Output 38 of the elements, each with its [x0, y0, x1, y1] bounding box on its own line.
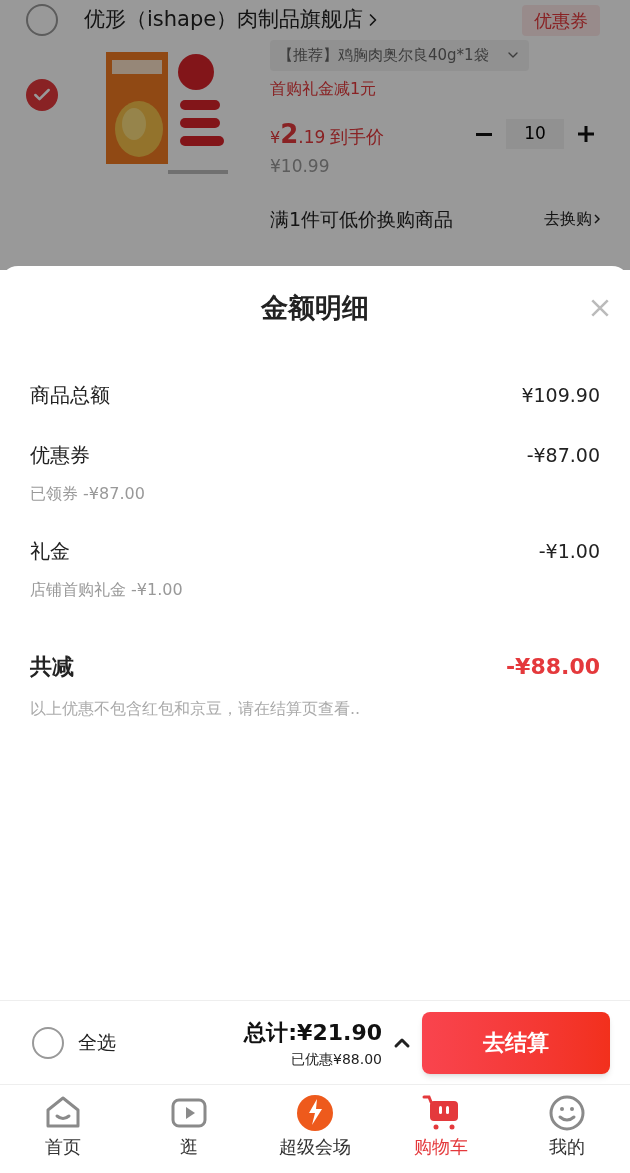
row-label: 商品总额 [30, 382, 110, 409]
row-value: -¥87.00 [526, 442, 600, 468]
quantity-field[interactable]: 10 [506, 119, 564, 149]
smiley-icon [547, 1093, 587, 1133]
checkbox[interactable] [26, 4, 58, 36]
minus-icon [476, 132, 492, 136]
total-value: -¥88.00 [505, 653, 600, 681]
row-label: 礼金 [30, 538, 70, 565]
total-amount: 总计:¥21.90 [244, 1018, 382, 1047]
exchange-link[interactable]: 去换购 [544, 207, 600, 232]
note-text: 以上优惠不包含红包和京豆，请在结算页查看.. [30, 698, 362, 720]
checkbox[interactable] [26, 79, 58, 111]
checkout-button[interactable]: 去结算 [422, 1011, 610, 1074]
nav-tab[interactable]: 购物车 [378, 1093, 504, 1173]
original-price: ¥10.99 [270, 154, 331, 178]
total-label: 共减 [30, 653, 74, 681]
row-value: -¥1.00 [538, 538, 600, 564]
nav-tab[interactable]: 逛 [126, 1093, 252, 1173]
nav-tab[interactable]: 超级会场 [252, 1093, 378, 1173]
saved-amount: 已优惠¥88.00 [291, 1049, 382, 1069]
row-detail: 店铺首购礼金 -¥1.00 [30, 579, 184, 601]
spec-selector[interactable]: 【推荐】鸡胸肉奥尔良40g*1袋 [270, 40, 529, 71]
sheet-title: 金额明细 [261, 290, 369, 325]
row-label: 优惠券 [30, 442, 90, 469]
shop-name[interactable]: 优形（ishape）肉制品旗舰店 [84, 4, 364, 36]
plus-icon [578, 126, 594, 142]
nav-tab[interactable]: 我的 [504, 1093, 630, 1173]
row-value: ¥109.90 [521, 382, 600, 408]
row-detail: 已领券 -¥87.00 [30, 483, 146, 505]
chevron-right-icon [594, 214, 600, 225]
nav-tab[interactable]: 首页 [0, 1093, 126, 1173]
price: ¥2.19 到手价 [270, 117, 385, 151]
checkbox[interactable] [32, 1026, 64, 1059]
promo-text: 首购礼金减1元 [270, 77, 378, 100]
close-icon [591, 299, 609, 317]
lightning-badge-icon [295, 1093, 335, 1133]
exchange-text: 满1件可低价换购商品 [270, 207, 454, 232]
select-all-label[interactable]: 全选 [78, 1028, 116, 1057]
